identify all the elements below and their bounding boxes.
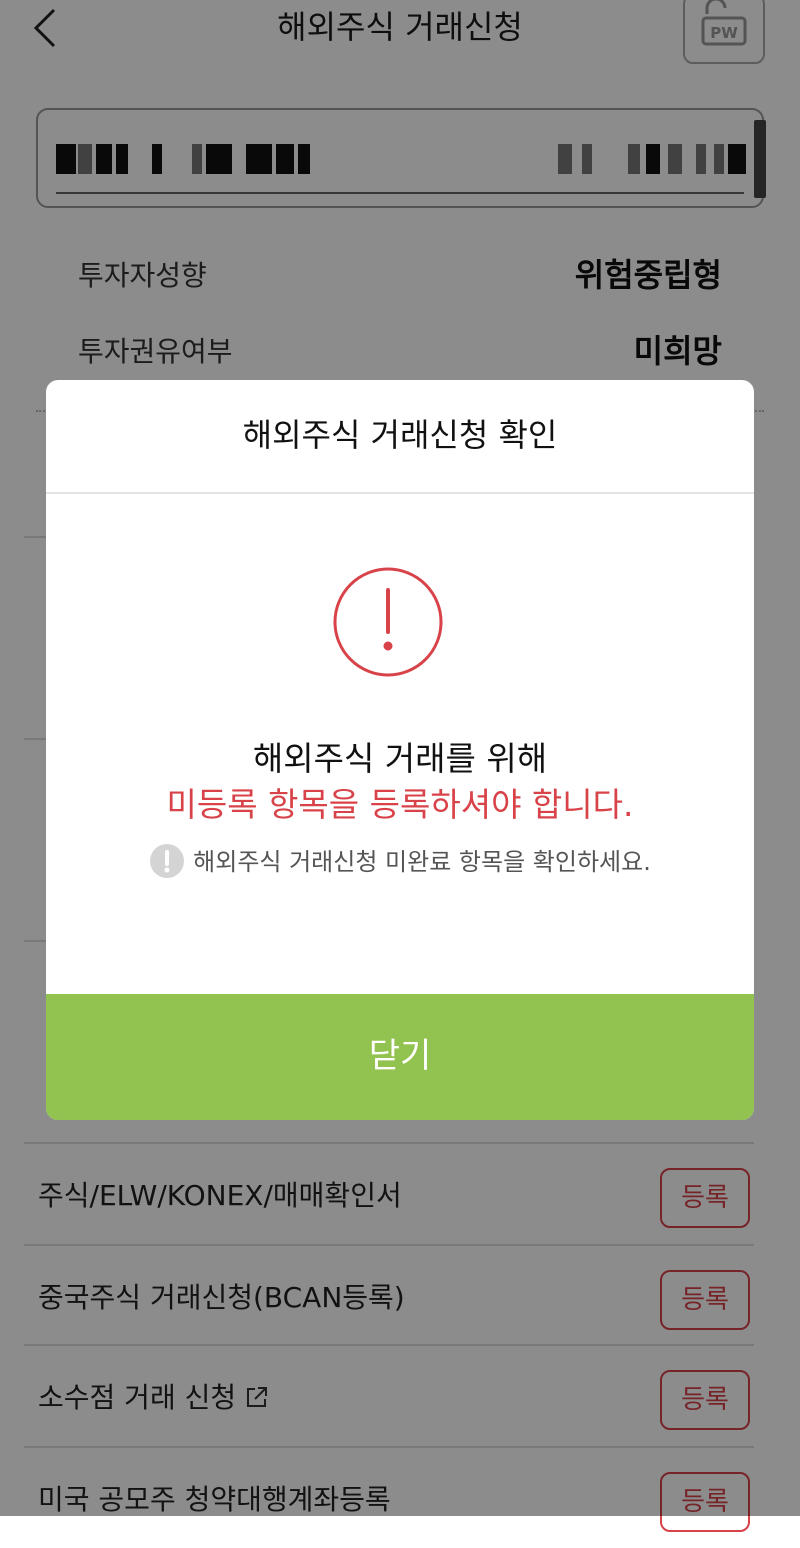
alert-circle-icon [333, 567, 443, 677]
divider [46, 492, 754, 494]
dialog-note-text: 해외주식 거래신청 미완료 항목을 확인하세요. [193, 848, 651, 876]
dialog-message-highlight: 미등록 항목을 등록하셔야 합니다. [166, 785, 634, 824]
dialog-title: 해외주식 거래신청 확인 [242, 416, 558, 454]
dialog-message: 해외주식 거래를 위해 [252, 739, 548, 778]
close-button[interactable]: 닫기 [46, 994, 754, 1120]
dialog-note: 해외주식 거래신청 미완료 항목을 확인하세요. [46, 842, 754, 879]
confirm-dialog: 해외주식 거래신청 확인 해외주식 거래를 위해 미등록 항목을 등록하셔야 합… [46, 380, 754, 1120]
info-exclamation-icon [150, 844, 185, 878]
app-screen: 해외주식 거래신청 PW 투자자성향 위험중립형 투자권유여부 미희망 주식/E… [0, 0, 800, 1532]
